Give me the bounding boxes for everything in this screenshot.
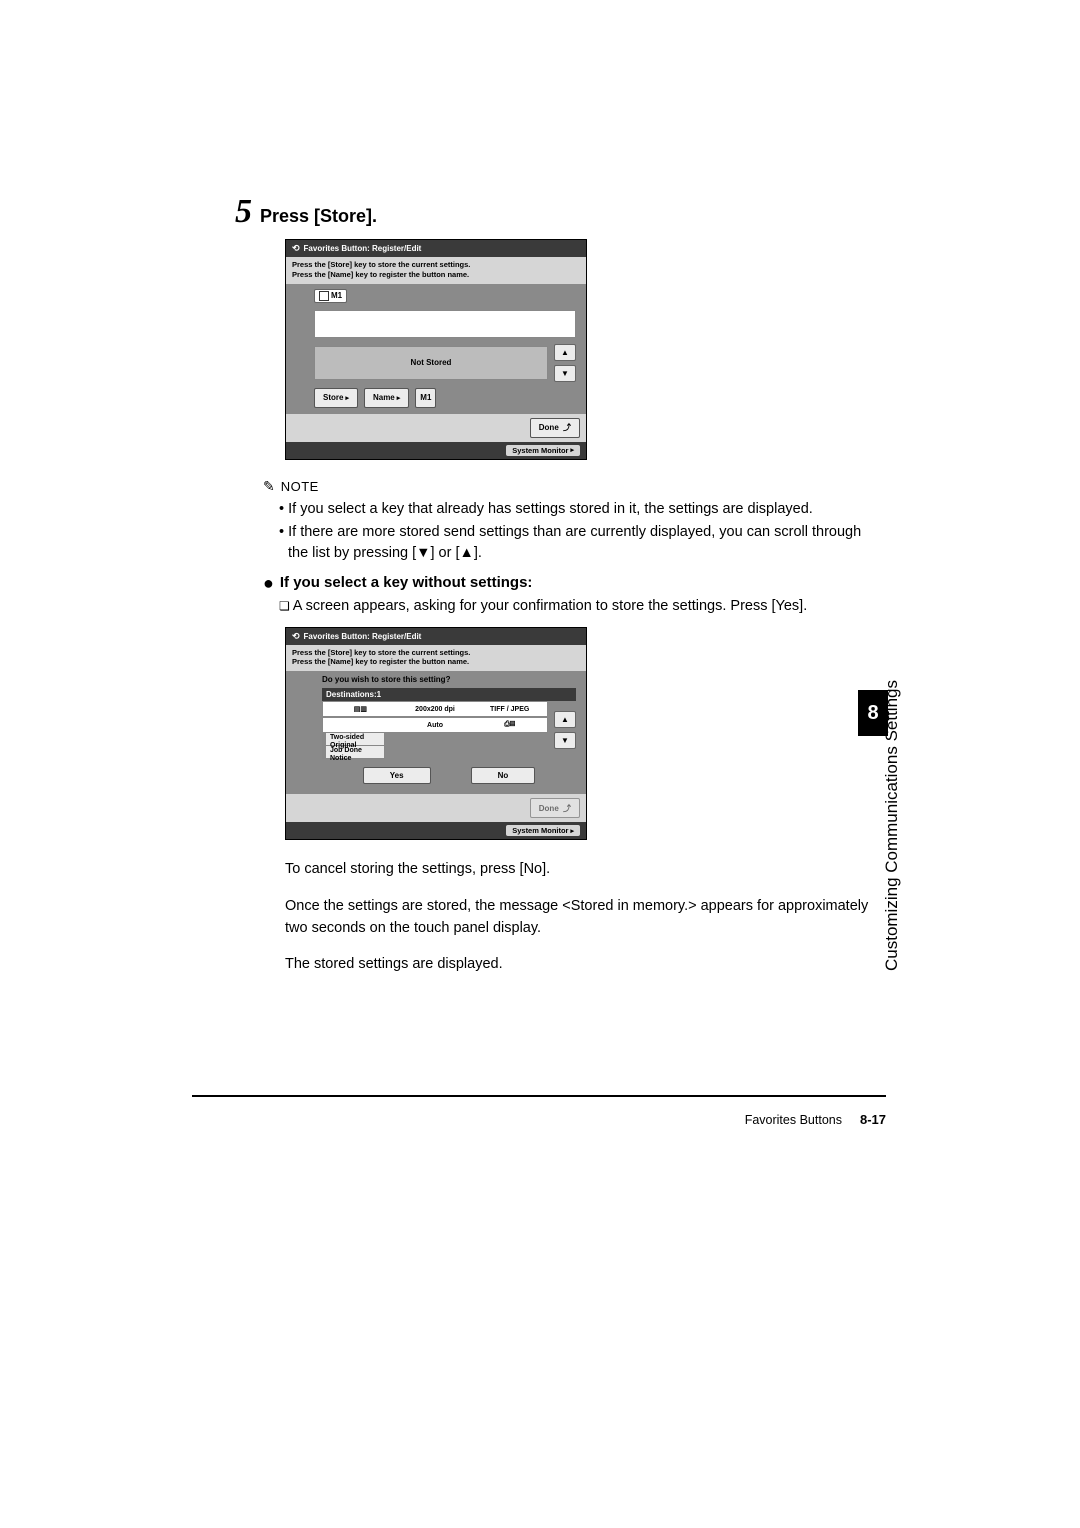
- back-icon[interactable]: ⟲: [292, 243, 300, 254]
- stored-message-info: Once the settings are stored, the messag…: [285, 895, 885, 940]
- ss2-titlebar: ⟲ Favorites Button: Register/Edit: [286, 628, 586, 645]
- footer-section: Favorites Buttons: [745, 1113, 842, 1127]
- scroll-up-button[interactable]: ▲: [554, 344, 576, 361]
- system-monitor-button[interactable]: System Monitor▸: [506, 445, 580, 456]
- ss2-title: Favorites Button: Register/Edit: [304, 632, 422, 641]
- back-icon[interactable]: ⟲: [292, 631, 300, 642]
- settings-row-1: ▤▥ 200x200 dpi TIFF / JPEG: [322, 701, 548, 717]
- note-item: • If you select a key that already has s…: [279, 499, 885, 520]
- scroll-down-button[interactable]: ▼: [554, 732, 576, 749]
- note-list: • If you select a key that already has s…: [279, 499, 885, 564]
- done-button-disabled: Done ⤴: [530, 798, 580, 818]
- subsection-heading: If you select a key without settings:: [280, 574, 533, 591]
- slot-m1[interactable]: M1: [314, 289, 347, 303]
- ss2-instructions: Press the [Store] key to store the curre…: [286, 645, 586, 672]
- chapter-tab: 8: [858, 690, 888, 736]
- two-sided-toggle[interactable]: Two-sided Original: [322, 732, 385, 746]
- yes-button[interactable]: Yes: [363, 767, 431, 784]
- no-button[interactable]: No: [471, 767, 536, 784]
- ss1-titlebar: ⟲ Favorites Button: Register/Edit: [286, 240, 586, 257]
- step-number: 5: [235, 195, 252, 229]
- confirm-question: Do you wish to store this setting?: [322, 675, 576, 684]
- ss1-title: Favorites Button: Register/Edit: [304, 244, 422, 253]
- screenshot-register-edit: ⟲ Favorites Button: Register/Edit Press …: [285, 239, 587, 460]
- displayed-info: The stored settings are displayed.: [285, 953, 885, 975]
- cancel-instruction: To cancel storing the settings, press [N…: [285, 858, 885, 880]
- scroll-down-button[interactable]: ▼: [554, 365, 576, 382]
- note-label: NOTE: [281, 479, 319, 494]
- ss1-instructions: Press the [Store] key to store the curre…: [286, 257, 586, 284]
- empty-panel: [314, 310, 576, 338]
- settings-row-2: Auto ⎙▤: [322, 717, 548, 733]
- step-title: Press [Store].: [260, 206, 377, 227]
- scroll-up-button[interactable]: ▲: [554, 711, 576, 728]
- done-button[interactable]: Done ⤴: [530, 418, 580, 438]
- check-icon: [319, 291, 329, 301]
- m1-button[interactable]: M1: [415, 388, 436, 408]
- screenshot-confirm-store: ⟲ Favorites Button: Register/Edit Press …: [285, 627, 587, 841]
- footer-rule: [192, 1095, 886, 1097]
- name-button[interactable]: Name▸: [364, 388, 409, 408]
- note-item: • If there are more stored send settings…: [279, 522, 885, 564]
- page-number: 8-17: [860, 1112, 886, 1127]
- not-stored-label: Not Stored: [314, 346, 548, 380]
- store-button[interactable]: Store▸: [314, 388, 358, 408]
- page-icon: ⎙▤: [472, 721, 547, 729]
- note-icon: ✎: [263, 478, 275, 495]
- system-monitor-button[interactable]: System Monitor▸: [506, 825, 580, 836]
- subsection-paragraph: ❏A screen appears, asking for your confi…: [279, 596, 885, 617]
- job-done-toggle[interactable]: Job Done Notice: [322, 745, 385, 759]
- doc-icon: ▤▥: [323, 705, 398, 713]
- destinations-bar: Destinations:1: [322, 688, 576, 701]
- bullet-icon: ●: [263, 574, 274, 592]
